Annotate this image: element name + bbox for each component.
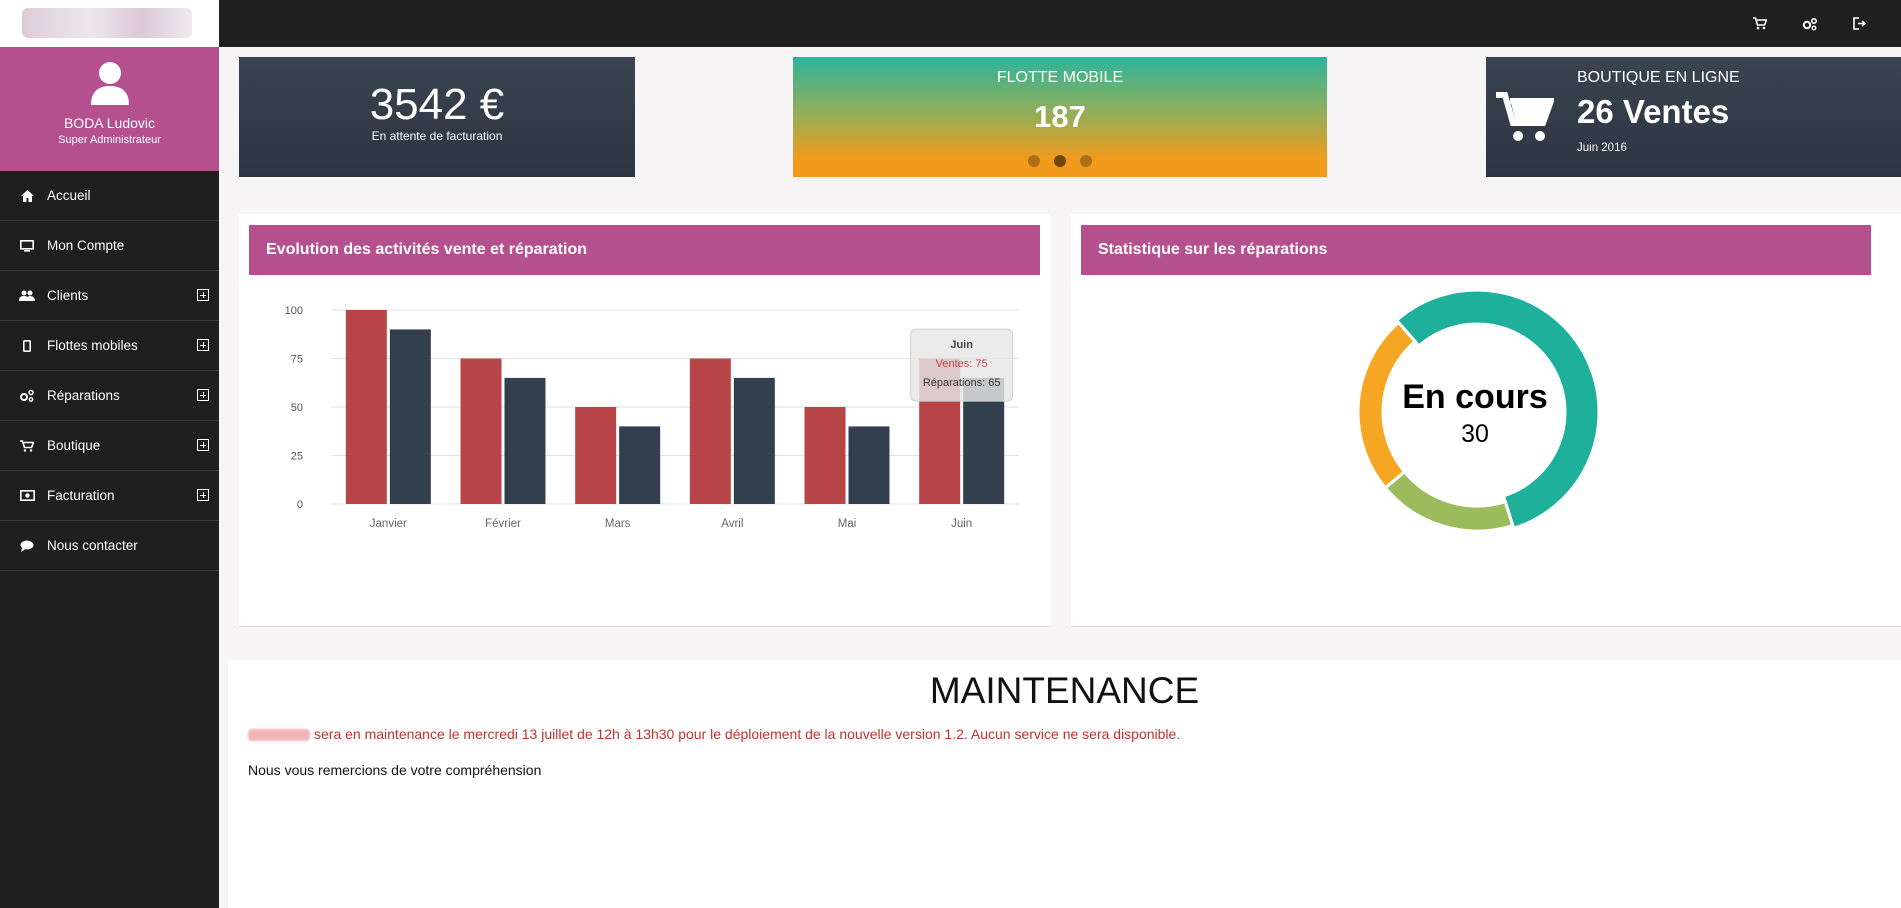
- tooltip-title: Juin: [950, 339, 973, 351]
- sidebar-item-label: Facturation: [47, 488, 115, 503]
- home-icon: [15, 189, 39, 202]
- bar-réparations: [619, 426, 661, 504]
- kpi-billing-label: En attente de facturation: [371, 129, 503, 143]
- kpi-fleet-title: FLOTTE MOBILE: [996, 69, 1124, 86]
- y-tick-label: 100: [285, 305, 303, 317]
- expand-plus-icon[interactable]: [197, 289, 209, 301]
- users-icon: [15, 290, 39, 302]
- tooltip-line: Ventes: 75: [936, 358, 988, 370]
- bar-réparations: [733, 377, 775, 504]
- x-tick-label: Mai: [838, 518, 857, 530]
- kpi-shop-date: Juin 2016: [1577, 142, 1627, 154]
- carousel-dot-active[interactable]: [1054, 155, 1066, 167]
- gears-icon[interactable]: [1785, 0, 1835, 47]
- sidebar-item-label: Réparations: [47, 388, 120, 403]
- x-tick-label: Avril: [721, 518, 743, 530]
- x-tick-label: Mars: [605, 518, 631, 530]
- x-tick-label: Juin: [951, 518, 972, 530]
- repairs-card-title: Statistique sur les réparations: [1081, 225, 1871, 275]
- monitor-icon: [15, 239, 39, 252]
- activity-bar-chart: 0 25 50 75 100 Janvier Février Mars Avril Mai Juin…: [285, 305, 1019, 530]
- carousel-dot[interactable]: [1080, 155, 1092, 167]
- kpi-billing-value: 3542 €: [369, 80, 505, 129]
- chat-icon: [15, 540, 39, 552]
- tooltip-line: Réparations: 65: [923, 377, 1001, 389]
- kpi-fleet-value: 187: [1034, 99, 1086, 134]
- sidebar: BODA Ludovic Super Administrateur Accuei…: [0, 47, 219, 908]
- bar-réparations: [848, 426, 890, 504]
- x-tick-label: Janvier: [370, 518, 407, 530]
- redacted-app-name: [248, 729, 310, 742]
- y-tick-label: 50: [291, 402, 303, 414]
- y-tick-label: 25: [291, 451, 303, 463]
- logo-image: [22, 8, 192, 38]
- top-bar: [0, 0, 1901, 47]
- maintenance-thanks: Nous vous remercions de votre compréhens…: [248, 762, 542, 778]
- sidebar-item-reparations[interactable]: Réparations: [0, 371, 219, 421]
- maintenance-notice: MAINTENANCE sera en maintenance le mercr…: [228, 660, 1901, 908]
- kpi-shop-value: 26 Ventes: [1577, 93, 1730, 130]
- bar-réparations: [504, 377, 546, 504]
- sidebar-item-nous-contacter[interactable]: Nous contacter: [0, 521, 219, 571]
- y-tick-label: 75: [291, 354, 303, 366]
- kpi-billing[interactable]: 3542 € En attente de facturation: [239, 57, 635, 177]
- app-logo[interactable]: [0, 0, 219, 47]
- maintenance-message: sera en maintenance le mercredi 13 juill…: [248, 726, 1901, 742]
- cart-icon: [1496, 91, 1556, 148]
- sidebar-item-label: Nous contacter: [47, 538, 138, 553]
- user-avatar-icon: [89, 61, 131, 105]
- user-role: Super Administrateur: [58, 134, 161, 146]
- donut-center-value: 30: [1461, 420, 1489, 448]
- donut-center-label: En cours: [1402, 378, 1547, 416]
- x-tick-label: Février: [485, 518, 521, 530]
- sidebar-item-label: Clients: [47, 288, 89, 303]
- bar-ventes: [460, 358, 502, 504]
- activity-card: Evolution des activités vente et réparat…: [239, 214, 1050, 627]
- expand-plus-icon[interactable]: [197, 389, 209, 401]
- sidebar-item-label: Mon Compte: [47, 238, 125, 253]
- kpi-shop-title: BOUTIQUE EN LIGNE: [1577, 69, 1740, 86]
- bar-ventes: [689, 358, 731, 504]
- maintenance-message-text: sera en maintenance le mercredi 13 juill…: [314, 726, 1181, 742]
- expand-plus-icon[interactable]: [197, 439, 209, 451]
- cart-icon[interactable]: [1735, 0, 1785, 47]
- sidebar-item-flottes-mobiles[interactable]: Flottes mobiles: [0, 321, 219, 371]
- carousel-dot[interactable]: [1028, 155, 1040, 167]
- kpi-shop[interactable]: BOUTIQUE EN LIGNE 26 Ventes Juin 2016: [1486, 57, 1901, 177]
- sidebar-item-label: Accueil: [47, 188, 91, 203]
- mobile-icon: [15, 339, 39, 352]
- expand-plus-icon[interactable]: [197, 339, 209, 351]
- bar-réparations: [389, 329, 431, 504]
- repairs-donut-chart: En cours 30: [1356, 288, 1601, 533]
- sidebar-item-facturation[interactable]: Facturation: [0, 471, 219, 521]
- main-content: 3542 € En attente de facturation FLOTTE …: [219, 47, 1901, 908]
- bar-ventes: [345, 310, 387, 504]
- bar-ventes: [575, 407, 617, 504]
- money-icon: [15, 490, 39, 501]
- sidebar-item-accueil[interactable]: Accueil: [0, 171, 219, 221]
- cart-icon: [15, 439, 39, 452]
- repairs-card: Statistique sur les réparations En cours…: [1071, 214, 1901, 627]
- kpi-fleet[interactable]: FLOTTE MOBILE 187: [793, 57, 1327, 177]
- top-actions: [1735, 0, 1885, 47]
- carousel-dots: [793, 155, 1327, 167]
- sidebar-item-label: Boutique: [47, 438, 101, 453]
- y-tick-label: 0: [297, 499, 303, 511]
- logout-icon[interactable]: [1835, 0, 1885, 47]
- expand-plus-icon[interactable]: [197, 489, 209, 501]
- sidebar-item-mon-compte[interactable]: Mon Compte: [0, 221, 219, 271]
- sidebar-item-clients[interactable]: Clients: [0, 271, 219, 321]
- gears-icon: [15, 389, 39, 402]
- sidebar-item-boutique[interactable]: Boutique: [0, 421, 219, 471]
- user-profile: BODA Ludovic Super Administrateur: [0, 47, 219, 171]
- maintenance-title: MAINTENANCE: [929, 670, 1200, 711]
- bar-ventes: [804, 407, 846, 504]
- activity-card-title: Evolution des activités vente et réparat…: [249, 225, 1040, 275]
- sidebar-item-label: Flottes mobiles: [47, 338, 138, 353]
- user-name: BODA Ludovic: [63, 115, 156, 131]
